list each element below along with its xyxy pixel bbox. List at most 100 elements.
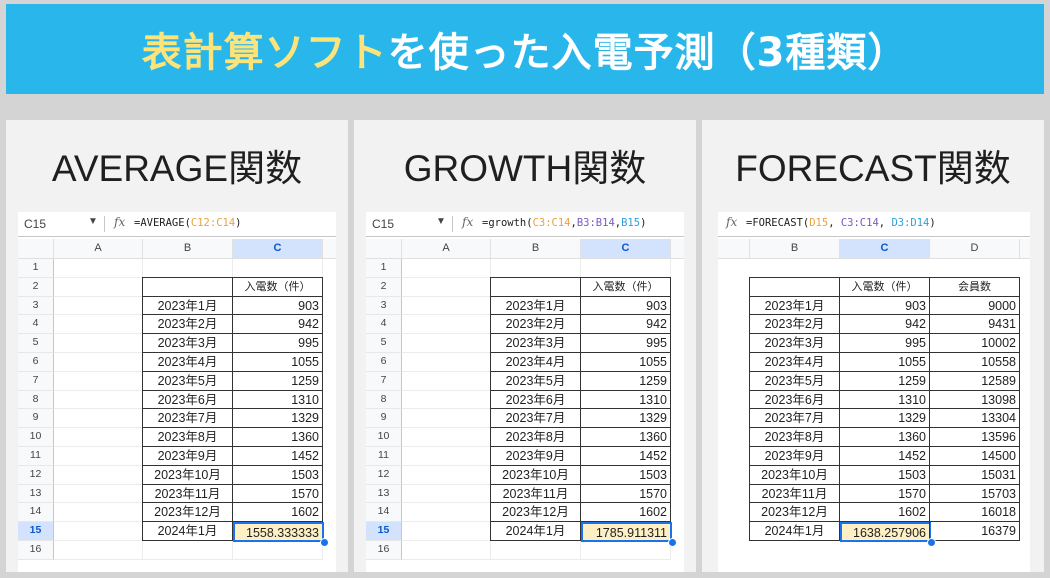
month-cell[interactable]: 2023年5月	[142, 370, 233, 391]
calls-cell[interactable]: 995	[580, 333, 671, 353]
row-header[interactable]: 5	[18, 334, 54, 353]
calls-cell[interactable]: 1602	[232, 502, 323, 523]
month-cell[interactable]: 2023年2月	[142, 314, 233, 335]
members-cell[interactable]: 16379	[929, 521, 1020, 541]
calls-cell[interactable]: 1310	[232, 389, 323, 410]
month-cell[interactable]: 2023年10月	[749, 464, 840, 485]
row-header[interactable]: 8	[18, 390, 54, 410]
calls-cell[interactable]: 1452	[232, 446, 323, 466]
calls-cell[interactable]: 942	[232, 314, 323, 335]
row-header[interactable]: 14	[18, 503, 54, 523]
calls-cell[interactable]: 1503	[839, 464, 930, 485]
month-cell[interactable]: 2023年8月	[490, 427, 581, 447]
month-cell[interactable]: 2023年12月	[749, 502, 840, 523]
dropdown-arrow-icon[interactable]: ▼	[88, 216, 98, 227]
cell[interactable]	[402, 259, 491, 278]
month-cell[interactable]: 2023年11月	[142, 483, 233, 504]
row-header[interactable]: 2	[18, 277, 54, 297]
cell[interactable]	[581, 259, 671, 278]
calls-cell[interactable]: 1310	[839, 389, 930, 410]
month-cell[interactable]: 2023年10月	[142, 464, 233, 485]
row-header[interactable]: 7	[366, 371, 402, 391]
month-cell[interactable]: 2024年1月	[142, 521, 233, 541]
row-header[interactable]: 12	[366, 465, 402, 485]
cell[interactable]	[402, 428, 491, 447]
cell[interactable]	[402, 277, 491, 297]
row-header[interactable]: 8	[366, 390, 402, 410]
table-header-cell[interactable]: 会員数	[929, 276, 1020, 297]
month-cell[interactable]: 2023年9月	[490, 446, 581, 466]
row-header[interactable]: 13	[18, 484, 54, 504]
month-cell[interactable]: 2023年4月	[142, 352, 233, 372]
row-header[interactable]: 12	[18, 465, 54, 485]
calls-cell[interactable]: 942	[580, 314, 671, 335]
cell[interactable]	[233, 541, 323, 560]
cell[interactable]	[581, 541, 671, 560]
members-cell[interactable]: 13596	[929, 427, 1020, 447]
calls-cell[interactable]: 1329	[580, 408, 671, 429]
calls-cell[interactable]: 1503	[232, 464, 323, 485]
cell[interactable]	[54, 522, 143, 541]
month-cell[interactable]: 2023年12月	[142, 502, 233, 523]
calls-cell[interactable]: 1055	[580, 352, 671, 372]
month-cell[interactable]: 2024年1月	[490, 521, 581, 541]
month-cell[interactable]: 2023年4月	[490, 352, 581, 372]
row-header[interactable]: 3	[366, 296, 402, 316]
fill-handle[interactable]	[927, 538, 936, 547]
column-header[interactable]: C	[840, 239, 930, 259]
month-cell[interactable]: 2023年6月	[142, 389, 233, 410]
members-cell[interactable]: 15703	[929, 483, 1020, 504]
formula-text[interactable]: =growth(C3:C14,B3:B14,B15)	[482, 217, 646, 229]
row-header[interactable]: 11	[366, 447, 402, 466]
column-header[interactable]: A	[54, 239, 143, 259]
calls-cell[interactable]: 1360	[232, 427, 323, 447]
calls-cell[interactable]: 1259	[580, 370, 671, 391]
cell[interactable]	[54, 259, 143, 278]
result-cell[interactable]: 1558.333333	[233, 522, 324, 542]
cell[interactable]	[402, 296, 491, 316]
cell[interactable]	[402, 503, 491, 523]
table-header-cell[interactable]	[749, 276, 840, 297]
cell[interactable]	[402, 334, 491, 353]
members-cell[interactable]: 9431	[929, 314, 1020, 335]
row-header[interactable]: 16	[18, 541, 54, 560]
calls-cell[interactable]: 1360	[580, 427, 671, 447]
row-header[interactable]: 14	[366, 503, 402, 523]
month-cell[interactable]: 2023年5月	[490, 370, 581, 391]
cell[interactable]	[402, 541, 491, 560]
row-header[interactable]: 4	[366, 315, 402, 335]
cell[interactable]	[54, 503, 143, 523]
members-cell[interactable]: 12589	[929, 370, 1020, 391]
cell[interactable]	[54, 428, 143, 447]
cell[interactable]	[402, 315, 491, 335]
month-cell[interactable]: 2023年4月	[749, 352, 840, 372]
cell[interactable]	[402, 390, 491, 410]
calls-cell[interactable]: 1602	[580, 502, 671, 523]
month-cell[interactable]: 2023年7月	[490, 408, 581, 429]
fill-handle[interactable]	[320, 538, 329, 547]
cell[interactable]	[54, 315, 143, 335]
cell[interactable]	[491, 259, 581, 278]
cell[interactable]	[54, 296, 143, 316]
calls-cell[interactable]: 1452	[839, 446, 930, 466]
row-header[interactable]: 4	[18, 315, 54, 335]
table-header-cell[interactable]: 入電数（件）	[232, 276, 323, 297]
month-cell[interactable]: 2023年6月	[490, 389, 581, 410]
members-cell[interactable]: 13098	[929, 389, 1020, 410]
month-cell[interactable]: 2023年11月	[749, 483, 840, 504]
members-cell[interactable]: 16018	[929, 502, 1020, 523]
calls-cell[interactable]: 942	[839, 314, 930, 335]
members-cell[interactable]: 13304	[929, 408, 1020, 429]
month-cell[interactable]: 2023年3月	[749, 333, 840, 353]
month-cell[interactable]: 2023年8月	[142, 427, 233, 447]
month-cell[interactable]: 2023年1月	[749, 295, 840, 316]
month-cell[interactable]: 2023年9月	[749, 446, 840, 466]
month-cell[interactable]: 2023年5月	[749, 370, 840, 391]
formula-text[interactable]: =AVERAGE(C12:C14)	[134, 217, 242, 229]
row-header[interactable]: 2	[366, 277, 402, 297]
row-header[interactable]: 6	[366, 353, 402, 372]
month-cell[interactable]: 2024年1月	[749, 521, 840, 541]
row-header[interactable]: 6	[18, 353, 54, 372]
column-header[interactable]: A	[402, 239, 491, 259]
month-cell[interactable]: 2023年6月	[749, 389, 840, 410]
